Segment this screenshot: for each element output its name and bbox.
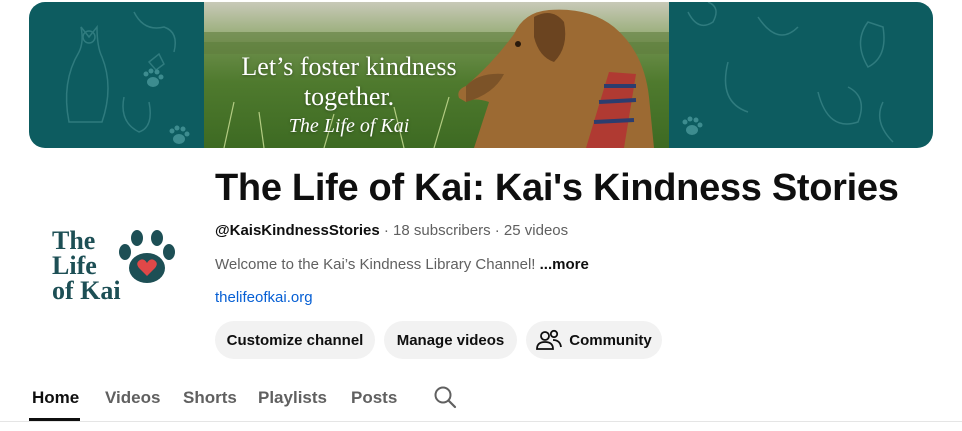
subscriber-count: 18 subscribers: [393, 222, 491, 239]
avatar-logo-line3: of Kai: [52, 276, 121, 305]
tab-videos[interactable]: Videos: [105, 388, 160, 408]
video-count: 25 videos: [503, 222, 569, 239]
banner-tagline-line2: together.: [303, 82, 395, 111]
customize-channel-label: Customize channel: [226, 331, 364, 349]
more-link[interactable]: ...more: [540, 256, 589, 273]
banner-tagline-line1: Let’s foster kindness: [241, 52, 457, 81]
channel-title: The Life of Kai: Kai's Kindness Stories: [215, 167, 899, 209]
customize-channel-button[interactable]: Customize channel: [215, 321, 375, 359]
channel-banner: Let’s foster kindness together. The Life…: [29, 2, 933, 148]
search-icon[interactable]: [433, 385, 457, 409]
tabs-divider: [0, 421, 962, 422]
description-text: Welcome to the Kai’s Kindness Library Ch…: [215, 256, 536, 273]
channel-tabs: Home Videos Shorts Playlists Posts: [0, 378, 962, 422]
community-icon: [536, 329, 563, 350]
tab-home[interactable]: Home: [32, 388, 79, 408]
channel-website-link[interactable]: thelifeofkai.org: [215, 289, 313, 306]
channel-avatar[interactable]: The Life of Kai: [34, 212, 184, 322]
meta-separator: ·: [379, 222, 394, 239]
channel-handle: @KaisKindnessStories: [215, 222, 380, 239]
banner-photo: Let’s foster kindness together. The Life…: [204, 2, 669, 148]
manage-videos-button[interactable]: Manage videos: [384, 321, 517, 359]
community-button[interactable]: Community: [526, 321, 662, 359]
banner-pattern-left: [65, 11, 190, 144]
channel-page: Let’s foster kindness together. The Life…: [0, 0, 962, 431]
channel-metadata: @KaisKindnessStories · 18 subscribers · …: [215, 222, 568, 239]
tab-playlists[interactable]: Playlists: [258, 388, 327, 408]
banner-script-logo: The Life of Kai: [288, 115, 410, 137]
paw-icon: [119, 230, 175, 283]
tab-shorts[interactable]: Shorts: [183, 388, 237, 408]
meta-separator: ·: [490, 222, 504, 239]
manage-videos-label: Manage videos: [396, 331, 505, 349]
banner-pattern-right: [682, 2, 894, 143]
channel-description[interactable]: Welcome to the Kai’s Kindness Library Ch…: [215, 256, 589, 273]
community-label: Community: [569, 331, 652, 349]
tab-posts[interactable]: Posts: [351, 388, 397, 408]
